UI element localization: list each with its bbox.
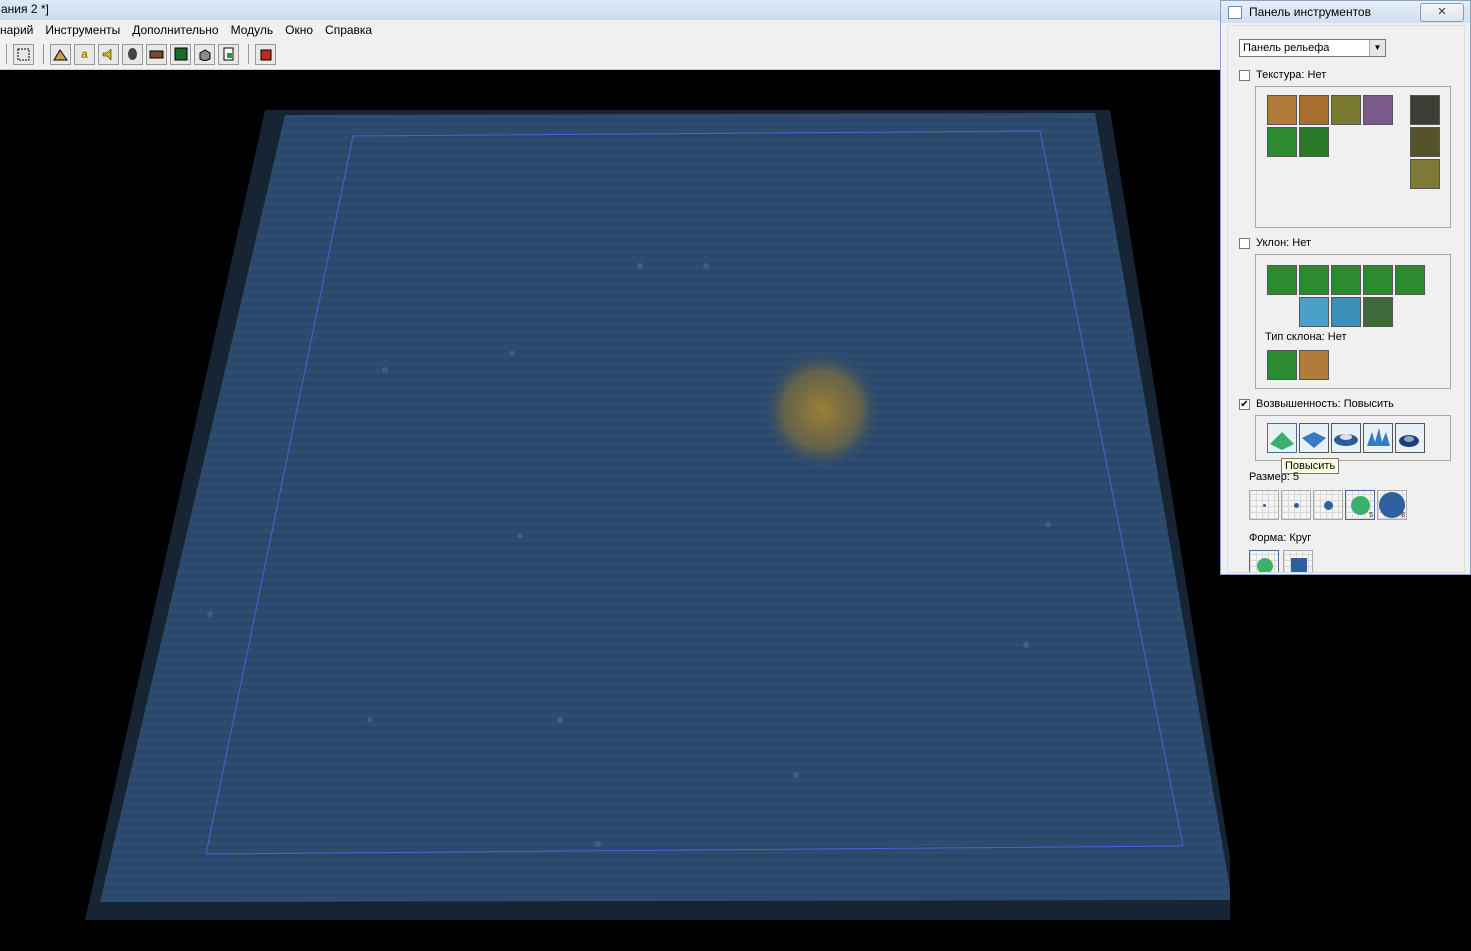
- menu-tools[interactable]: Инструменты: [39, 21, 126, 39]
- toolbar-separator: [43, 44, 44, 64]
- brush-size-3[interactable]: [1313, 490, 1343, 520]
- toolbar: a: [0, 39, 1230, 70]
- palette-dropdown-value: Панель рельефа: [1243, 42, 1330, 54]
- region-palette-icon[interactable]: [146, 43, 167, 65]
- smooth-icon[interactable]: [1395, 423, 1425, 453]
- brush-size-1[interactable]: [1249, 490, 1279, 520]
- shape-square-button[interactable]: [1283, 550, 1313, 572]
- plateau-icon[interactable]: [1331, 423, 1361, 453]
- menu-scenario[interactable]: нарий: [0, 21, 39, 39]
- slope-checkbox[interactable]: [1239, 237, 1250, 249]
- size-label: Размер: 5: [1249, 471, 1300, 483]
- panel-title-bar[interactable]: Панель инструментов ✕: [1221, 1, 1470, 23]
- panel-body: Панель рельефа ▼ Текстура: Нет Уклон: Не…: [1227, 25, 1465, 573]
- chevron-down-icon[interactable]: ▼: [1369, 40, 1385, 56]
- texture-tile[interactable]: [1299, 127, 1329, 157]
- texture-tile[interactable]: [1267, 95, 1297, 125]
- texture-label: Текстура: Нет: [1256, 69, 1327, 81]
- terrain-view[interactable]: [0, 70, 1230, 951]
- brush-size-2[interactable]: [1281, 490, 1311, 520]
- cliff-raise-icon[interactable]: [1363, 265, 1393, 295]
- texture-tiles-group: [1255, 86, 1451, 228]
- shape-circle-button[interactable]: [1249, 550, 1279, 572]
- test-map-icon[interactable]: [255, 43, 276, 65]
- texture-tile[interactable]: [1299, 95, 1329, 125]
- menu-help[interactable]: Справка: [319, 21, 378, 39]
- brush-size-5[interactable]: 5: [1345, 490, 1375, 520]
- texture-tile[interactable]: [1410, 127, 1440, 157]
- ramp-icon[interactable]: [1363, 297, 1393, 327]
- close-icon[interactable]: ✕: [1420, 3, 1464, 22]
- brush-size-8[interactable]: 8: [1377, 490, 1407, 520]
- camera-palette-icon[interactable]: [170, 43, 191, 65]
- toolbar-separator: [6, 44, 7, 64]
- tool-palette-window: Панель инструментов ✕ Панель рельефа ▼ Т…: [1220, 0, 1471, 575]
- sound-palette-icon[interactable]: [98, 43, 119, 65]
- size-5-number: 5: [1369, 512, 1373, 519]
- unit-palette-icon[interactable]: [122, 43, 143, 65]
- brush-cursor: [762, 350, 882, 470]
- window-icon: [1228, 6, 1242, 19]
- slope-type-label: Тип склона: Нет: [1265, 331, 1347, 343]
- elevation-checkbox[interactable]: ✔: [1239, 398, 1250, 410]
- menu-window[interactable]: Окно: [279, 21, 319, 39]
- slope-row: Уклон: Нет: [1239, 237, 1311, 249]
- texture-tile[interactable]: [1410, 95, 1440, 125]
- slope-label: Уклон: Нет: [1256, 237, 1312, 249]
- raise-icon[interactable]: [1267, 423, 1297, 453]
- cliff-lower-icon[interactable]: [1267, 265, 1297, 295]
- lower-icon[interactable]: [1299, 423, 1329, 453]
- slope-type-tile[interactable]: [1267, 350, 1297, 380]
- toolbar-separator: [248, 44, 249, 64]
- import-manager-icon[interactable]: [218, 43, 239, 65]
- doodad-palette-icon[interactable]: a: [74, 43, 95, 65]
- texture-tile[interactable]: [1410, 159, 1440, 189]
- noise-icon[interactable]: [1363, 423, 1393, 453]
- water-shallow-icon[interactable]: [1299, 297, 1329, 327]
- texture-checkbox[interactable]: [1239, 69, 1250, 81]
- elevation-label: Возвышенность: Повысить: [1256, 398, 1394, 410]
- panel-title: Панель инструментов: [1249, 5, 1371, 19]
- cliff-lower-icon[interactable]: [1299, 265, 1329, 295]
- select-region-icon[interactable]: [13, 43, 34, 65]
- terrain-palette-icon[interactable]: [50, 43, 71, 65]
- shape-label: Форма: Круг: [1249, 532, 1312, 544]
- object-editor-icon[interactable]: [194, 43, 215, 65]
- texture-row: Текстура: Нет: [1239, 69, 1326, 81]
- texture-tile[interactable]: [1331, 95, 1361, 125]
- water-deep-icon[interactable]: [1331, 297, 1361, 327]
- elevation-row: ✔ Возвышенность: Повысить: [1239, 398, 1394, 410]
- menu-advanced[interactable]: Дополнительно: [126, 21, 224, 39]
- cliff-raise-icon[interactable]: [1395, 265, 1425, 295]
- menu-module[interactable]: Модуль: [225, 21, 280, 39]
- menu-bar: нарий Инструменты Дополнительно Модуль О…: [0, 20, 1230, 39]
- map-viewport[interactable]: [0, 70, 1230, 951]
- palette-dropdown[interactable]: Панель рельефа ▼: [1239, 39, 1386, 57]
- slope-type-tile[interactable]: [1299, 350, 1329, 380]
- texture-tile[interactable]: [1363, 95, 1393, 125]
- size-8-number: 8: [1401, 512, 1405, 519]
- cliff-level-icon[interactable]: [1331, 265, 1361, 295]
- elevation-group: [1255, 415, 1451, 461]
- texture-tile[interactable]: [1267, 127, 1297, 157]
- window-title: ания 2 *]: [0, 0, 1230, 20]
- slope-group: Тип склона: Нет: [1255, 254, 1451, 389]
